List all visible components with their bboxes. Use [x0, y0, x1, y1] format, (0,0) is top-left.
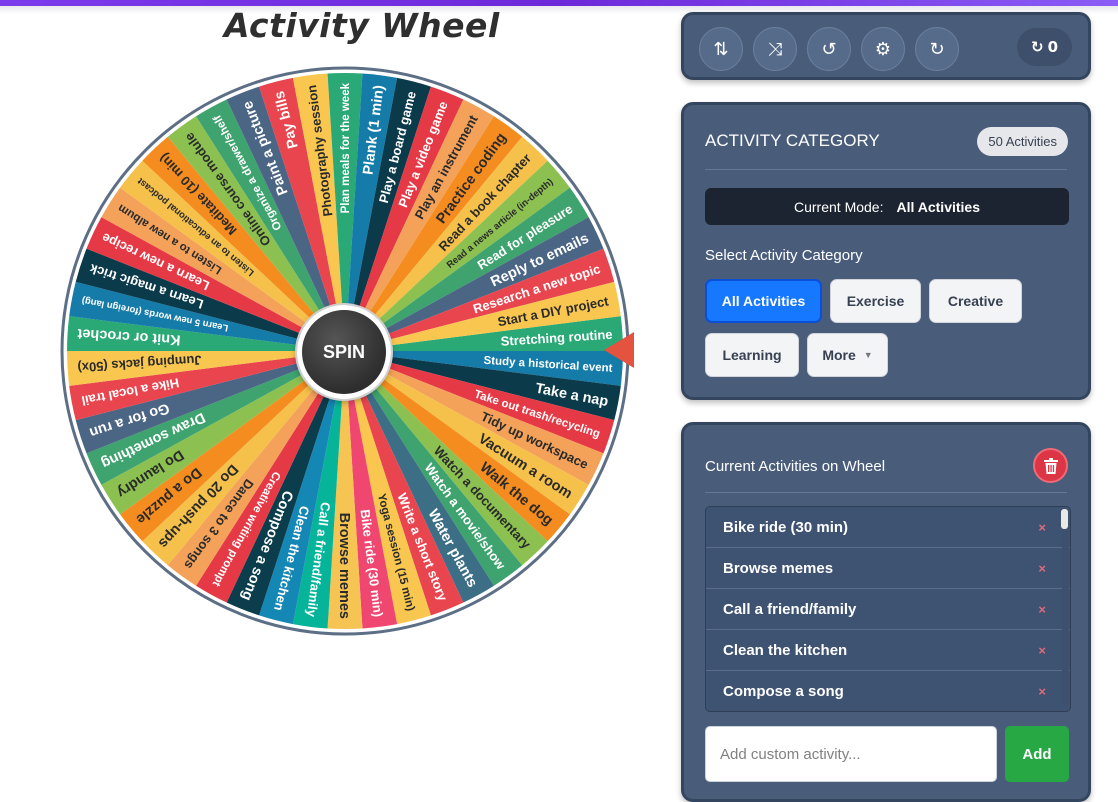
- activity-label: Compose a song: [723, 682, 844, 700]
- refresh-icon: ↻: [1030, 38, 1044, 56]
- activity-label: Browse memes: [723, 559, 834, 577]
- wheel-segment-label: Browse memes: [336, 513, 352, 619]
- sort-icon: ⇅: [713, 38, 729, 60]
- sort-button[interactable]: ⇅: [699, 27, 743, 71]
- mode-value: All Activities: [896, 198, 980, 215]
- clear-all-button[interactable]: [1033, 448, 1068, 483]
- remove-icon[interactable]: ×: [1038, 602, 1046, 617]
- list-item: Call a friend/family ×: [706, 589, 1070, 630]
- wheel-pointer: [604, 332, 634, 368]
- remove-icon[interactable]: ×: [1038, 561, 1046, 576]
- activity-label: Clean the kitchen: [723, 641, 848, 659]
- custom-activity-input[interactable]: [705, 726, 997, 782]
- chip-learning[interactable]: Learning: [705, 333, 799, 377]
- add-activity-button[interactable]: Add: [1005, 726, 1069, 782]
- activities-title: Current Activities on Wheel: [705, 458, 886, 475]
- chip-more-label: More: [822, 347, 856, 363]
- list-item: Bike ride (30 min) ×: [706, 507, 1070, 548]
- trash-icon: [1043, 457, 1058, 474]
- list-scrollbar[interactable]: [1061, 509, 1069, 705]
- chip-all-activities[interactable]: All Activities: [705, 279, 822, 323]
- chip-creative[interactable]: Creative: [929, 279, 1022, 323]
- remove-icon[interactable]: ×: [1038, 643, 1046, 658]
- shuffle-button[interactable]: ⤨: [753, 27, 797, 71]
- list-item: Browse memes ×: [706, 548, 1070, 589]
- settings-button[interactable]: ⚙: [861, 27, 905, 71]
- reset-button[interactable]: ↻: [915, 27, 959, 71]
- activity-label: Bike ride (30 min): [723, 518, 849, 536]
- history-button[interactable]: ↺: [807, 27, 851, 71]
- spin-counter: ↻ 0: [1017, 28, 1072, 66]
- redo-icon: ↻: [929, 38, 945, 60]
- mode-label: Current Mode:: [794, 198, 884, 215]
- history-icon: ↺: [821, 38, 837, 60]
- remove-icon[interactable]: ×: [1038, 520, 1046, 535]
- wheel-container: Stretching routine Study a historical eve…: [60, 66, 630, 636]
- activities-list[interactable]: Bike ride (30 min) × Browse memes × Call a…: [705, 506, 1071, 712]
- gear-icon: ⚙: [874, 38, 892, 60]
- current-mode-bar: Current Mode: All Activities: [705, 188, 1069, 225]
- spin-count: 0: [1047, 38, 1058, 56]
- list-item: Clean the kitchen ×: [706, 630, 1070, 671]
- category-panel: ACTIVITY CATEGORY 50 Activities Current …: [681, 102, 1091, 400]
- chip-more-dropdown[interactable]: More ▼: [807, 333, 888, 377]
- wheel-segment-label: Plan meals for the week: [340, 82, 352, 213]
- toolbar-panel: ⇅ ⤨ ↺ ⚙ ↻ ↻ 0: [681, 12, 1091, 80]
- remove-icon[interactable]: ×: [1038, 684, 1046, 699]
- page-title: Activity Wheel: [224, 6, 500, 45]
- activities-panel: Current Activities on Wheel Bike ride (3…: [681, 422, 1091, 802]
- select-category-label: Select Activity Category: [705, 247, 863, 264]
- activity-count-badge: 50 Activities: [977, 127, 1068, 156]
- scrollbar-thumb[interactable]: [1061, 509, 1068, 529]
- shuffle-icon: ⤨: [767, 38, 783, 60]
- category-title: ACTIVITY CATEGORY: [705, 131, 880, 150]
- chevron-down-icon: ▼: [863, 350, 873, 360]
- divider: [705, 169, 1067, 170]
- chip-exercise[interactable]: Exercise: [830, 279, 921, 323]
- divider: [705, 492, 1067, 493]
- activity-label: Call a friend/family: [723, 600, 857, 618]
- list-item: Compose a song ×: [706, 671, 1070, 711]
- spin-button[interactable]: SPIN: [297, 305, 391, 399]
